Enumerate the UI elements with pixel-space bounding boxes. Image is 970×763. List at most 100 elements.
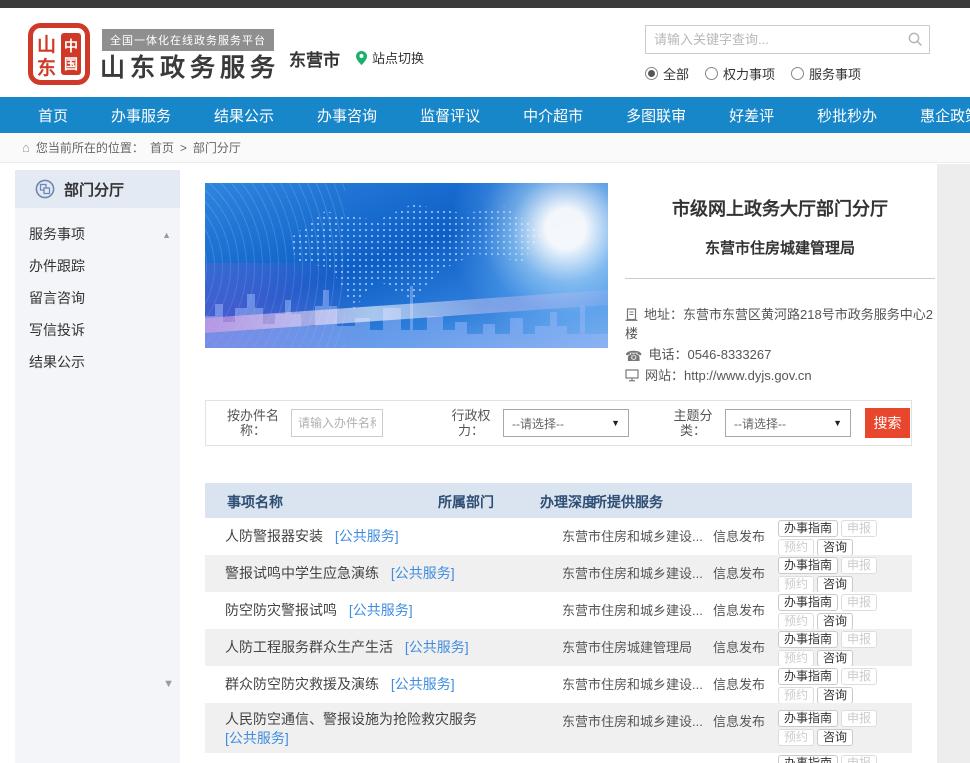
location-pin-icon <box>356 51 367 65</box>
sidebar-item-message-consult[interactable]: 留言咨询 <box>15 282 180 314</box>
search-button[interactable]: 搜索 <box>865 408 910 438</box>
chevron-down-icon[interactable]: ▼ <box>163 678 174 690</box>
item-depth: 信息发布 <box>713 629 765 666</box>
sidebar-item-label: 结果公示 <box>29 354 85 370</box>
search-icon[interactable] <box>901 32 929 47</box>
nav-services[interactable]: 办事服务 <box>111 105 171 126</box>
seal-icon: 山 东 中 国 <box>28 23 90 85</box>
sidebar-item-service-matters[interactable]: 服务事项 ▲ <box>15 218 180 250</box>
select-arrow-icon: ▼ <box>611 418 620 428</box>
nav-intermediary[interactable]: 中介超市 <box>523 105 583 126</box>
sidebar-item-case-tracking[interactable]: 办件跟踪 <box>15 250 180 282</box>
chevron-up-icon: ▲ <box>162 219 171 251</box>
guide-button[interactable]: 办事指南 <box>778 668 838 685</box>
table-row: 人防工程服务群众生产生活 [公共服务] 东营市住房城建管理局 信息发布 办事指南… <box>205 629 912 666</box>
main-nav: 首页 办事服务 结果公示 办事咨询 监督评议 中介超市 多图联审 好差评 秒批秒… <box>0 97 970 133</box>
item-name-link[interactable]: 群众防空防灾救援及演练 <box>225 676 379 692</box>
scope-all[interactable]: 全部 <box>645 64 689 83</box>
phone-icon: ☎ <box>625 349 642 363</box>
nav-consult[interactable]: 办事咨询 <box>317 105 377 126</box>
reserve-button: 预约 <box>778 687 814 704</box>
address-icon <box>625 308 638 321</box>
phone-label: 电话： <box>648 347 687 362</box>
breadcrumb-home-link[interactable]: 首页 <box>150 139 174 156</box>
declare-button: 申报 <box>841 557 877 574</box>
admin-power-select[interactable]: --请选择-- ▼ <box>503 409 629 437</box>
item-name-input[interactable] <box>291 409 383 437</box>
table-header: 事项名称 所属部门 办理深度 所提供服务 <box>205 483 912 518</box>
scope-power[interactable]: 权力事项 <box>705 64 775 83</box>
item-actions: 办事指南 申报 预约 咨询 <box>778 520 896 556</box>
search-input[interactable] <box>646 32 901 47</box>
guide-button[interactable]: 办事指南 <box>778 520 838 537</box>
table-row-partial: 办事指南 申报 预约 咨询 <box>205 753 912 763</box>
top-dark-strip <box>0 0 970 8</box>
page: 山 东 中 国 全国一体化在线政务服务平台 山东政务服务 东营市 站点切换 <box>0 0 970 763</box>
public-service-tag-link[interactable]: [公共服务] <box>335 528 399 544</box>
phone-line: ☎电话：0546-8333267 <box>625 345 935 364</box>
nav-home[interactable]: 首页 <box>38 105 68 126</box>
public-service-tag-link[interactable]: [公共服务] <box>405 639 469 655</box>
sidebar-item-complaint[interactable]: 写信投诉 <box>15 314 180 346</box>
item-actions: 办事指南 申报 预约 咨询 <box>778 668 896 704</box>
topic-category-select[interactable]: --请选择-- ▼ <box>725 409 851 437</box>
scope-service[interactable]: 服务事项 <box>791 64 861 83</box>
table-row: 人民防空通信、警报设施为抢险救灾服务 [公共服务] 东营市住房和城乡建设... … <box>205 703 912 753</box>
consult-button[interactable]: 咨询 <box>817 687 853 704</box>
nav-instant-approval[interactable]: 秒批秒办 <box>817 105 877 126</box>
svg-text:国: 国 <box>64 56 78 72</box>
public-service-tag-link[interactable]: [公共服务] <box>225 729 557 748</box>
item-depth: 信息发布 <box>713 703 765 740</box>
col-item-name: 事项名称 <box>227 492 283 512</box>
consult-button[interactable]: 咨询 <box>817 576 853 593</box>
item-actions: 办事指南 申报 预约 咨询 <box>778 755 896 763</box>
nav-supervision[interactable]: 监督评议 <box>420 105 480 126</box>
sidebar-title-label: 部门分厅 <box>64 179 124 200</box>
item-name-label: 按办件名称： <box>221 408 285 438</box>
right-gutter <box>937 164 970 763</box>
item-name-link[interactable]: 人防警报器安装 <box>225 528 323 544</box>
nav-results[interactable]: 结果公示 <box>214 105 274 126</box>
website-monitor-icon <box>625 369 639 382</box>
public-service-tag-link[interactable]: [公共服务] <box>349 602 413 618</box>
item-name-link[interactable]: 防空防灾警报试鸣 <box>225 602 337 618</box>
item-depth: 信息发布 <box>713 666 765 703</box>
item-actions: 办事指南 申报 预约 咨询 <box>778 557 896 593</box>
public-service-tag-link[interactable]: [公共服务] <box>391 565 455 581</box>
consult-button[interactable]: 咨询 <box>817 613 853 630</box>
item-name-cell: 人防工程服务群众生产生活 [公共服务] <box>225 629 557 666</box>
website-value[interactable]: http://www.dyjs.gov.cn <box>684 368 812 383</box>
current-city: 东营市 <box>289 46 340 71</box>
item-name-cell: 人防警报器安装 [公共服务] <box>225 518 557 555</box>
guide-button[interactable]: 办事指南 <box>778 594 838 611</box>
sidebar: 部门分厅 服务事项 ▲ 办件跟踪 留言咨询 写信投诉 结果公示 ▼ <box>15 170 180 763</box>
consult-button[interactable]: 咨询 <box>817 539 853 556</box>
guide-button[interactable]: 办事指南 <box>778 557 838 574</box>
public-service-tag-link[interactable]: [公共服务] <box>391 676 455 692</box>
site-seal-logo: 山 东 中 国 <box>28 23 90 90</box>
nav-enterprise-policy[interactable]: 惠企政策 <box>920 105 970 126</box>
consult-button[interactable]: 咨询 <box>817 729 853 746</box>
item-name-link[interactable]: 警报试鸣中学生应急演练 <box>225 565 379 581</box>
table-row: 群众防空防灾救援及演练 [公共服务] 东营市住房和城乡建设... 信息发布 办事… <box>205 666 912 703</box>
guide-button[interactable]: 办事指南 <box>778 631 838 648</box>
table-row: 人防警报器安装 [公共服务] 东营市住房和城乡建设... 信息发布 办事指南 申… <box>205 518 912 555</box>
col-services: 所提供服务 <box>593 492 663 512</box>
item-name-link[interactable]: 人民防空通信、警报设施为抢险救灾服务 <box>225 711 477 727</box>
breadcrumb: ⌂ 您当前所在的位置： 首页 > 部门分厅 <box>0 133 970 163</box>
scope-power-label: 权力事项 <box>723 64 775 83</box>
sidebar-item-results[interactable]: 结果公示 <box>15 346 180 378</box>
nav-rating[interactable]: 好差评 <box>729 105 774 126</box>
item-name-cell: 警报试鸣中学生应急演练 [公共服务] <box>225 555 557 592</box>
guide-button[interactable]: 办事指南 <box>778 710 838 727</box>
item-name-cell: 防空防灾警报试鸣 [公共服务] <box>225 592 557 629</box>
consult-button[interactable]: 咨询 <box>817 650 853 667</box>
sidebar-title: 部门分厅 <box>15 170 180 208</box>
guide-button[interactable]: 办事指南 <box>778 755 838 763</box>
item-depth: 信息发布 <box>713 518 765 555</box>
site-switch[interactable]: 站点切换 <box>356 48 424 67</box>
divider <box>625 278 935 279</box>
nav-joint-review[interactable]: 多图联审 <box>626 105 686 126</box>
item-name-link[interactable]: 人防工程服务群众生产生活 <box>225 639 393 655</box>
admin-power-label: 行政权力： <box>447 408 495 438</box>
